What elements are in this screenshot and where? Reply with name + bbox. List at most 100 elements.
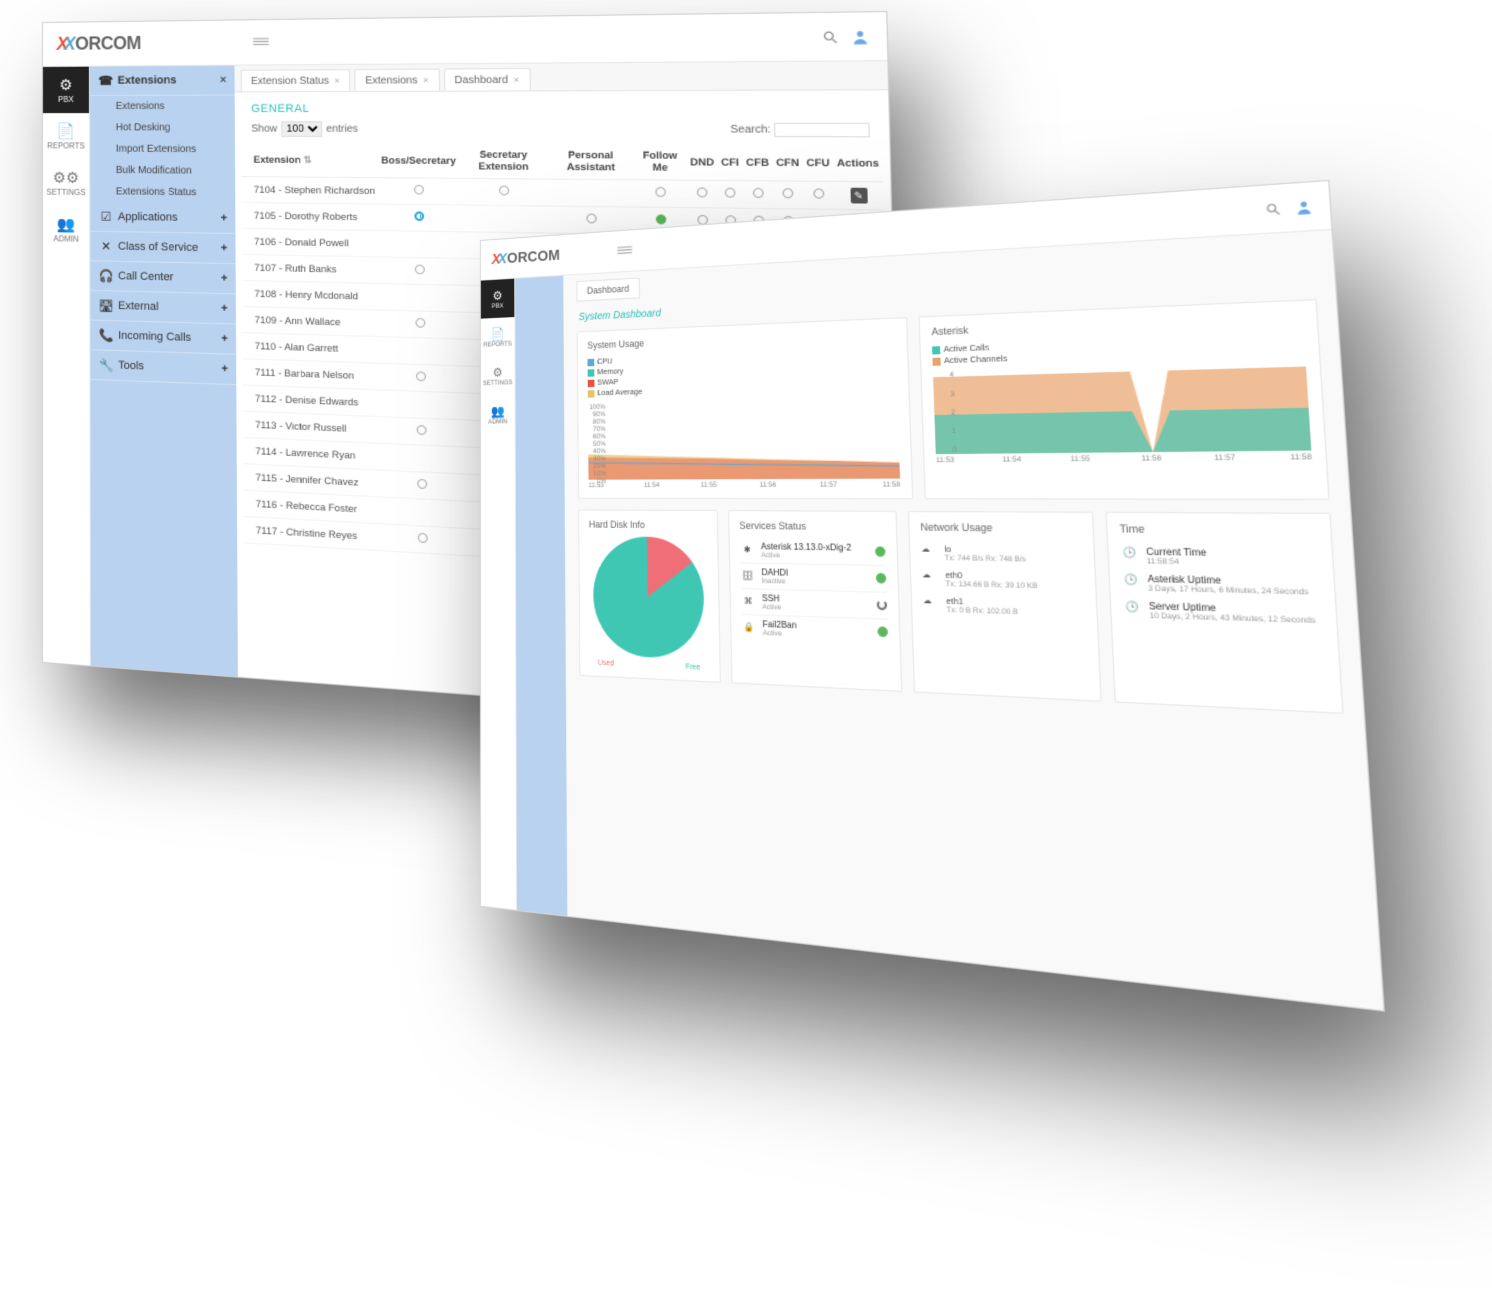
sort-icon[interactable]: ⇅ [303,154,311,166]
tick: 11:58 [882,480,900,488]
tick: 1 [930,427,956,435]
search-icon[interactable] [1265,201,1282,217]
tab-extension-status[interactable]: Extension Status× [241,69,351,91]
x-axis: 11:5311:5411:5511:5611:5711:58 [589,480,901,488]
rail-item-admin[interactable]: 👥ADMIN [43,206,89,253]
col-personal-assistant[interactable]: Personal Assistant [548,144,634,180]
sidebar-group-applications[interactable]: ☑Applications+ [90,202,235,234]
tab-dashboard[interactable]: Dashboard × [444,68,531,91]
rail-icon: 📄 [57,122,75,140]
sidebar-group-external[interactable]: 🛣External+ [90,291,236,325]
col-dnd[interactable]: DND [686,145,718,181]
service-row: 🗄DAHDIInactive [740,563,886,592]
card-services: Services Status ✱Asterisk 13.13.0-xDig-2… [728,509,902,691]
clock-icon: 🕒 [1120,545,1139,565]
col-cfi[interactable]: CFI [717,145,743,181]
page-size-select[interactable]: 100 [281,121,322,137]
col-extension[interactable]: Extension ⇅ [241,143,378,178]
rail-item-reports[interactable]: 📄REPORTS [43,113,89,160]
sidebar-sub-hot-desking[interactable]: Hot Desking [90,117,235,139]
rail-item-settings[interactable]: ⚙⚙SETTINGS [43,159,89,206]
sidebar-group-tools[interactable]: 🔧Tools+ [90,350,236,385]
col-actions[interactable]: Actions [833,145,883,182]
sidebar-group-incoming-calls[interactable]: 📞Incoming Calls+ [90,320,236,354]
tick: 10% [585,470,606,478]
status-dot-icon [874,546,884,557]
tab-dashboard[interactable]: Dashboard [576,277,640,301]
brand-text: ORCOM [507,247,560,268]
sidebar-header-extensions[interactable]: ☎ Extensions × [90,66,235,96]
legend: CPUMemorySWAPLoad Average [587,346,897,400]
tab-close-icon[interactable]: × [334,75,340,85]
col-secretary-extension[interactable]: Secretary Extension [459,144,548,179]
menu-icon[interactable]: ≡≡ [252,33,267,52]
col-cfu[interactable]: CFU [802,145,833,181]
status-dot-icon [875,573,885,584]
nav-rail: ⚙PBX📄REPORTS⚙⚙SETTINGS👥ADMIN [43,67,91,666]
tab-close-icon[interactable]: × [423,75,429,86]
sidebar-group-call-center[interactable]: 🎧Call Center+ [90,261,236,294]
card-title: Hard Disk Info [589,518,706,530]
group-label: External [118,300,159,313]
rail-icon: 👥 [57,215,75,234]
time-label: Asterisk Uptime3 Days, 17 Hours, 6 Minut… [1147,573,1309,597]
col-follow-me[interactable]: Follow Me [633,144,687,180]
status-off-icon [783,188,794,198]
tick: 0% [585,477,606,484]
rail-icon: ⚙ [59,76,72,94]
search-input[interactable] [774,123,870,138]
sidebar-sub-bulk-modification[interactable]: Bulk Modification [90,160,235,183]
rail-label: ADMIN [53,234,78,244]
search-label: Search: [730,124,771,136]
brand-logo: XXORCOM [57,33,141,55]
tick: 11:58 [1290,453,1312,462]
col-cfn[interactable]: CFN [772,145,803,181]
rail-label: PBX [492,302,504,310]
nav-rail: ⚙PBX📄REPORTS⚙SETTINGS👥ADMIN [481,279,517,910]
disk-pie-chart [593,536,705,660]
status-dot-icon [877,626,888,637]
rail-item-reports[interactable]: 📄REPORTS [481,317,515,357]
group-label: Class of Service [118,240,198,254]
col-cfb[interactable]: CFB [742,145,773,181]
expand-icon[interactable]: + [221,272,228,285]
sidebar-sub-extensions-status[interactable]: Extensions Status [90,181,235,204]
edit-button[interactable]: ✎ [850,188,867,204]
rail-label: SETTINGS [46,188,85,198]
rail-item-pbx[interactable]: ⚙PBX [481,279,515,319]
cloud-icon: ☁ [922,569,939,580]
network-row: ☁loTx: 744 B/s Rx: 748 B/s [921,539,1081,568]
service-name: DAHDIInactive [761,567,869,588]
cell-extension: 7104 - Stephen Richardson [241,177,378,204]
status-off-icon [416,371,426,381]
tick: 2 [930,409,956,418]
status-off-icon [417,479,427,489]
search-icon[interactable] [822,29,839,45]
rail-label: REPORTS [483,340,511,348]
tab-close-icon[interactable]: × [513,74,519,85]
status-off-icon [697,187,708,197]
expand-icon[interactable]: + [221,242,228,255]
col-boss-secretary[interactable]: Boss/Secretary [378,143,459,178]
expand-icon[interactable]: + [221,302,228,315]
expand-icon[interactable]: + [221,333,228,346]
tab-extensions[interactable]: Extensions× [355,69,440,91]
close-icon[interactable]: × [220,74,227,86]
menu-icon[interactable]: ≡≡ [617,241,631,261]
rail-item-admin[interactable]: 👥ADMIN [481,394,515,434]
sidebar-sub-extensions[interactable]: Extensions [90,96,235,118]
card-title: Services Status [739,520,884,533]
rail-item-settings[interactable]: ⚙SETTINGS [481,356,515,396]
service-icon: ✱ [740,545,755,555]
status-off-icon [418,533,428,543]
status-off-icon [415,265,425,275]
tab-label: Dashboard [454,74,508,86]
expand-icon[interactable]: + [221,363,228,376]
sidebar-group-class-of-service[interactable]: ✕Class of Service+ [90,232,235,264]
sidebar-sub-import-extensions[interactable]: Import Extensions [90,138,235,160]
user-icon[interactable] [850,27,870,45]
user-icon[interactable] [1294,197,1314,215]
expand-icon[interactable]: + [221,212,228,225]
sidebar [515,276,567,916]
rail-item-pbx[interactable]: ⚙PBX [43,67,89,113]
